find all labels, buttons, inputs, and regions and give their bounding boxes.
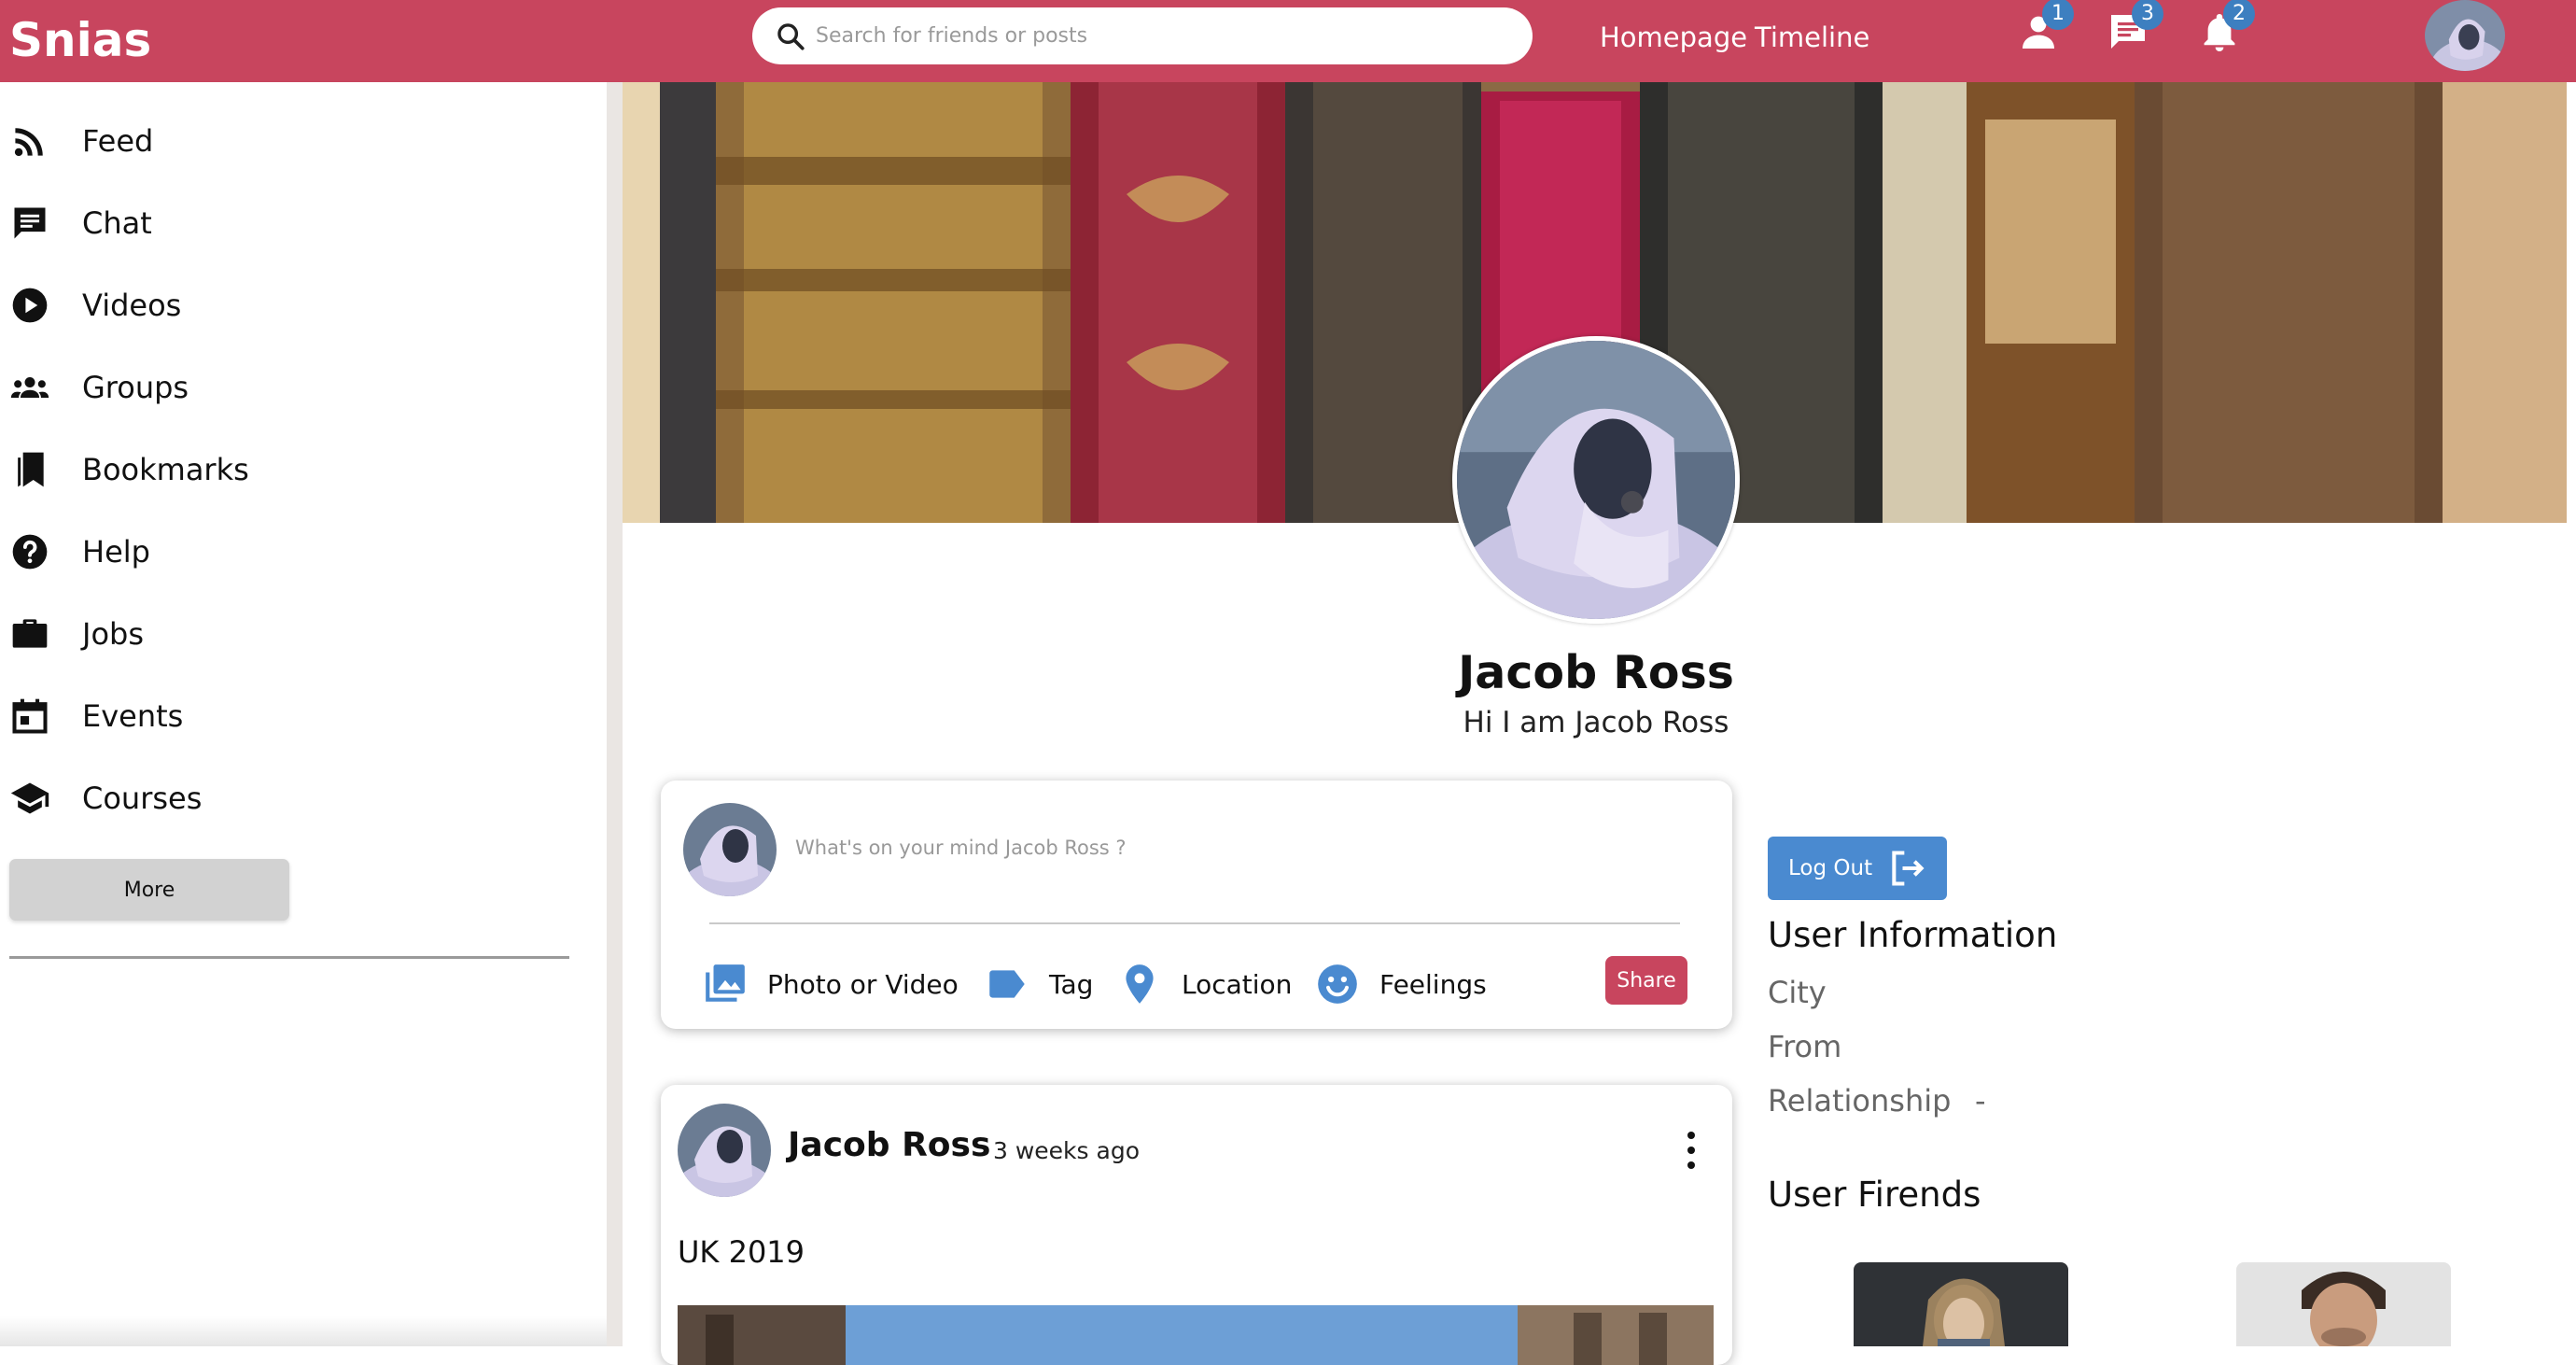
post-timestamp: 3 weeks ago xyxy=(993,1137,1140,1164)
user-info-from-label: From xyxy=(1768,1029,1842,1064)
tag-option[interactable]: Tag xyxy=(984,960,1093,1008)
logout-label: Log Out xyxy=(1788,856,1873,880)
tag-icon xyxy=(984,961,1049,1007)
sidebar-scrollbar[interactable] xyxy=(607,82,623,1346)
sidebar-item-label: Chat xyxy=(82,205,152,241)
chat-icon xyxy=(9,203,50,244)
calendar-icon xyxy=(9,696,50,737)
sidebar-item-bookmarks[interactable]: Bookmarks xyxy=(9,442,249,498)
sidebar-item-chat[interactable]: Chat xyxy=(9,195,152,251)
photo-video-label: Photo or Video xyxy=(767,968,959,1000)
location-pin-icon xyxy=(1116,961,1182,1007)
post-author-name[interactable]: Jacob Ross xyxy=(788,1126,990,1164)
page-scrollbar[interactable] xyxy=(2567,82,2576,1346)
sidebar-bottom-shade xyxy=(0,1316,607,1346)
more-vert-icon xyxy=(1680,1128,1702,1173)
user-friends-heading: User Firends xyxy=(1768,1175,1981,1215)
sidebar-item-label: Groups xyxy=(82,370,189,405)
sidebar-item-groups[interactable]: Groups xyxy=(9,359,189,415)
sidebar-item-label: Events xyxy=(82,698,184,734)
share-card: What's on your mind Jacob Ross ? Photo o… xyxy=(661,781,1732,1029)
nav-homepage-link[interactable]: Homepage xyxy=(1600,17,1747,58)
nav-timeline-link[interactable]: Timeline xyxy=(1755,17,1869,58)
share-avatar xyxy=(683,803,777,896)
profile-name: Jacob Ross xyxy=(1458,646,1734,699)
photo-video-option[interactable]: Photo or Video xyxy=(702,960,959,1008)
search-input[interactable] xyxy=(816,24,1525,48)
more-button[interactable]: More xyxy=(9,859,289,921)
friend-requests-badge: 1 xyxy=(2042,0,2074,30)
rss-feed-icon xyxy=(9,120,50,162)
smiley-icon xyxy=(1314,961,1379,1007)
sidebar-item-events[interactable]: Events xyxy=(9,688,183,744)
sidebar-item-jobs[interactable]: Jobs xyxy=(9,606,144,662)
post-card: Jacob Ross 3 weeks ago UK 2019 xyxy=(661,1085,1732,1365)
feelings-label: Feelings xyxy=(1379,968,1487,1000)
share-input[interactable]: What's on your mind Jacob Ross ? xyxy=(795,837,1127,859)
profile-description: Hi I am Jacob Ross xyxy=(1463,706,1729,739)
play-circle-icon xyxy=(9,285,50,326)
sidebar-item-label: Feed xyxy=(82,123,154,159)
messages-button[interactable]: 3 xyxy=(2106,0,2163,58)
user-info-city-label: City xyxy=(1768,975,1827,1010)
logout-button[interactable]: Log Out xyxy=(1768,837,1947,900)
sidebar-divider xyxy=(9,956,569,959)
post-author-avatar[interactable] xyxy=(678,1104,771,1197)
friend-requests-button[interactable]: 1 xyxy=(2016,0,2074,58)
location-option[interactable]: Location xyxy=(1116,960,1292,1008)
share-button[interactable]: Share xyxy=(1605,956,1687,1005)
logout-icon xyxy=(1872,848,1928,889)
help-circle-icon xyxy=(9,531,50,572)
sidebar-item-label: Courses xyxy=(82,781,203,816)
sidebar-item-feed[interactable]: Feed xyxy=(9,113,153,169)
post-image[interactable] xyxy=(678,1305,1714,1365)
sidebar-item-videos[interactable]: Videos xyxy=(9,277,181,333)
tag-label: Tag xyxy=(1049,968,1094,1000)
feelings-option[interactable]: Feelings xyxy=(1314,960,1487,1008)
user-avatar[interactable] xyxy=(2425,0,2505,71)
sidebar-item-label: Help xyxy=(82,534,150,570)
share-divider xyxy=(709,922,1680,924)
notifications-button[interactable]: 2 xyxy=(2197,0,2255,58)
friend-card[interactable] xyxy=(1854,1262,2068,1346)
search-bar[interactable] xyxy=(752,7,1533,64)
group-icon xyxy=(9,367,50,408)
user-info-relationship-label: Relationship xyxy=(1768,1083,1952,1119)
sidebar-item-courses[interactable]: Courses xyxy=(9,770,202,826)
user-info-relationship-value: - xyxy=(1975,1083,1986,1119)
search-icon xyxy=(775,21,806,52)
post-more-menu[interactable] xyxy=(1680,1128,1702,1173)
sidebar-item-label: Bookmarks xyxy=(82,452,249,487)
notifications-badge: 2 xyxy=(2223,0,2255,30)
post-text: UK 2019 xyxy=(678,1234,805,1270)
friend-card[interactable] xyxy=(2236,1262,2451,1346)
app-logo[interactable]: Snias xyxy=(9,4,151,77)
sidebar-item-help[interactable]: Help xyxy=(9,524,150,580)
photo-library-icon xyxy=(702,961,767,1007)
briefcase-icon xyxy=(9,613,50,654)
school-icon xyxy=(9,778,50,819)
sidebar-item-label: Jobs xyxy=(82,616,144,652)
messages-badge: 3 xyxy=(2132,0,2163,30)
profile-picture[interactable] xyxy=(1452,336,1740,624)
top-bar: Snias Homepage Timeline 1 3 2 xyxy=(0,0,2576,82)
sidebar: Feed Chat Videos Groups Bookmarks Help J… xyxy=(0,82,607,1346)
location-label: Location xyxy=(1182,968,1293,1000)
sidebar-item-label: Videos xyxy=(82,288,182,323)
bookmark-icon xyxy=(9,449,50,490)
user-information-heading: User Information xyxy=(1768,915,2058,955)
